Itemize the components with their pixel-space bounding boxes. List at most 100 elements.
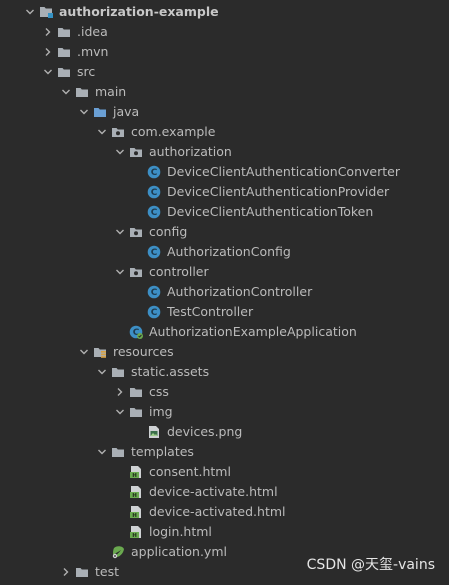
chevron-right-icon[interactable] [42,22,54,42]
tree-node-label: main [95,84,127,99]
tree-node-label: img [149,404,173,419]
class-icon: C [147,245,161,259]
svg-text:C: C [151,168,158,178]
tree-node-authorizationexampleapplication[interactable]: C AuthorizationExampleApplication [0,322,449,342]
html-file-icon: H [129,525,143,539]
tree-node-testcontroller[interactable]: C TestController [0,302,449,322]
tree-node-label: test [95,564,120,579]
chevron-down-icon[interactable] [96,362,108,382]
tree-node-label: login.html [149,524,212,539]
tree-node-label: .mvn [77,44,109,59]
html-file-icon: H [129,505,143,519]
tree-node-controller[interactable]: controller [0,262,449,282]
html-file-icon: H [129,465,143,479]
folder-icon [57,65,71,79]
folder-icon [75,85,89,99]
chevron-right-icon[interactable] [114,382,126,402]
tree-node-consent-html[interactable]: Hconsent.html [0,462,449,482]
svg-text:H: H [132,473,137,479]
tree-node-com-example[interactable]: com.example [0,122,449,142]
package-icon [129,265,143,279]
chevron-down-icon[interactable] [96,122,108,142]
tree-node-label: AuthorizationController [167,284,313,299]
tree-node-label: consent.html [149,464,231,479]
tree-node-label: authorization [149,144,232,159]
tree-node-label: com.example [131,124,216,139]
tree-node-deviceclientauthenticationconverter[interactable]: C DeviceClientAuthenticationConverter [0,162,449,182]
tree-node-main[interactable]: main [0,82,449,102]
tree-node-deviceclientauthenticationtoken[interactable]: C DeviceClientAuthenticationToken [0,202,449,222]
html-file-icon: H [129,485,143,499]
tree-node-device-activated-html[interactable]: Hdevice-activated.html [0,502,449,522]
tree-node-authorizationcontroller[interactable]: C AuthorizationController [0,282,449,302]
chevron-down-icon[interactable] [78,342,90,362]
resources-folder-icon [93,345,107,359]
tree-node-label: css [149,384,169,399]
tree-node-config[interactable]: config [0,222,449,242]
tree-node-label: DeviceClientAuthenticationToken [167,204,374,219]
tree-node-label: DeviceClientAuthenticationProvider [167,184,390,199]
tree-node-login-html[interactable]: Hlogin.html [0,522,449,542]
svg-text:H: H [132,533,137,539]
class-icon: C [147,305,161,319]
chevron-down-icon[interactable] [114,142,126,162]
class-icon: C [147,165,161,179]
tree-node-label: src [77,64,96,79]
svg-text:H: H [132,513,137,519]
tree-node-authorizationconfig[interactable]: C AuthorizationConfig [0,242,449,262]
chevron-down-icon[interactable] [114,262,126,282]
tree-node-label: authorization-example [59,4,219,19]
package-icon [129,145,143,159]
tree-node-css[interactable]: css [0,382,449,402]
chevron-down-icon[interactable] [114,222,126,242]
tree-node-label: templates [131,444,194,459]
svg-text:C: C [151,208,158,218]
tree-node-label: DeviceClientAuthenticationConverter [167,164,400,179]
folder-icon [111,445,125,459]
module-folder-icon [39,5,53,19]
chevron-right-icon[interactable] [60,562,72,582]
tree-node-img[interactable]: img [0,402,449,422]
tree-node-src[interactable]: src [0,62,449,82]
tree-node-authorization[interactable]: authorization [0,142,449,162]
tree-node-label: AuthorizationConfig [167,244,291,259]
tree-node-label: device-activate.html [149,484,278,499]
tree-node-templates[interactable]: templates [0,442,449,462]
tree-node-label: .idea [77,24,108,39]
tree-node-label: application.yml [131,544,227,559]
chevron-down-icon[interactable] [42,62,54,82]
watermark: CSDN @天玺-vains [306,557,435,573]
tree-node-authorization-example[interactable]: authorization-example [0,2,449,22]
folder-icon [75,565,89,579]
tree-node-label: devices.png [167,424,243,439]
chevron-down-icon[interactable] [60,82,72,102]
tree-node-devices-png[interactable]: devices.png [0,422,449,442]
tree-node-label: resources [113,344,174,359]
tree-node-label: controller [149,264,209,279]
chevron-down-icon[interactable] [78,102,90,122]
spring-boot-class-icon: C [129,325,143,339]
tree-node-java[interactable]: java [0,102,449,122]
folder-icon [129,405,143,419]
tree-node-resources[interactable]: resources [0,342,449,362]
tree-node-label: TestController [167,304,254,319]
chevron-right-icon[interactable] [42,42,54,62]
svg-text:C: C [151,308,158,318]
tree-node-label: device-activated.html [149,504,286,519]
chevron-down-icon[interactable] [96,442,108,462]
folder-icon [111,365,125,379]
tree-node-static-assets[interactable]: static.assets [0,362,449,382]
tree-node-label: config [149,224,188,239]
tree-node--idea[interactable]: .idea [0,22,449,42]
tree-node-device-activate-html[interactable]: Hdevice-activate.html [0,482,449,502]
image-file-icon [147,425,161,439]
tree-node-label: static.assets [131,364,210,379]
yaml-config-icon [111,545,125,559]
chevron-down-icon[interactable] [114,402,126,422]
chevron-down-icon[interactable] [24,2,36,22]
tree-node-deviceclientauthenticationprovider[interactable]: C DeviceClientAuthenticationProvider [0,182,449,202]
class-icon: C [147,185,161,199]
svg-text:H: H [132,493,137,499]
tree-node--mvn[interactable]: .mvn [0,42,449,62]
source-folder-icon [93,105,107,119]
